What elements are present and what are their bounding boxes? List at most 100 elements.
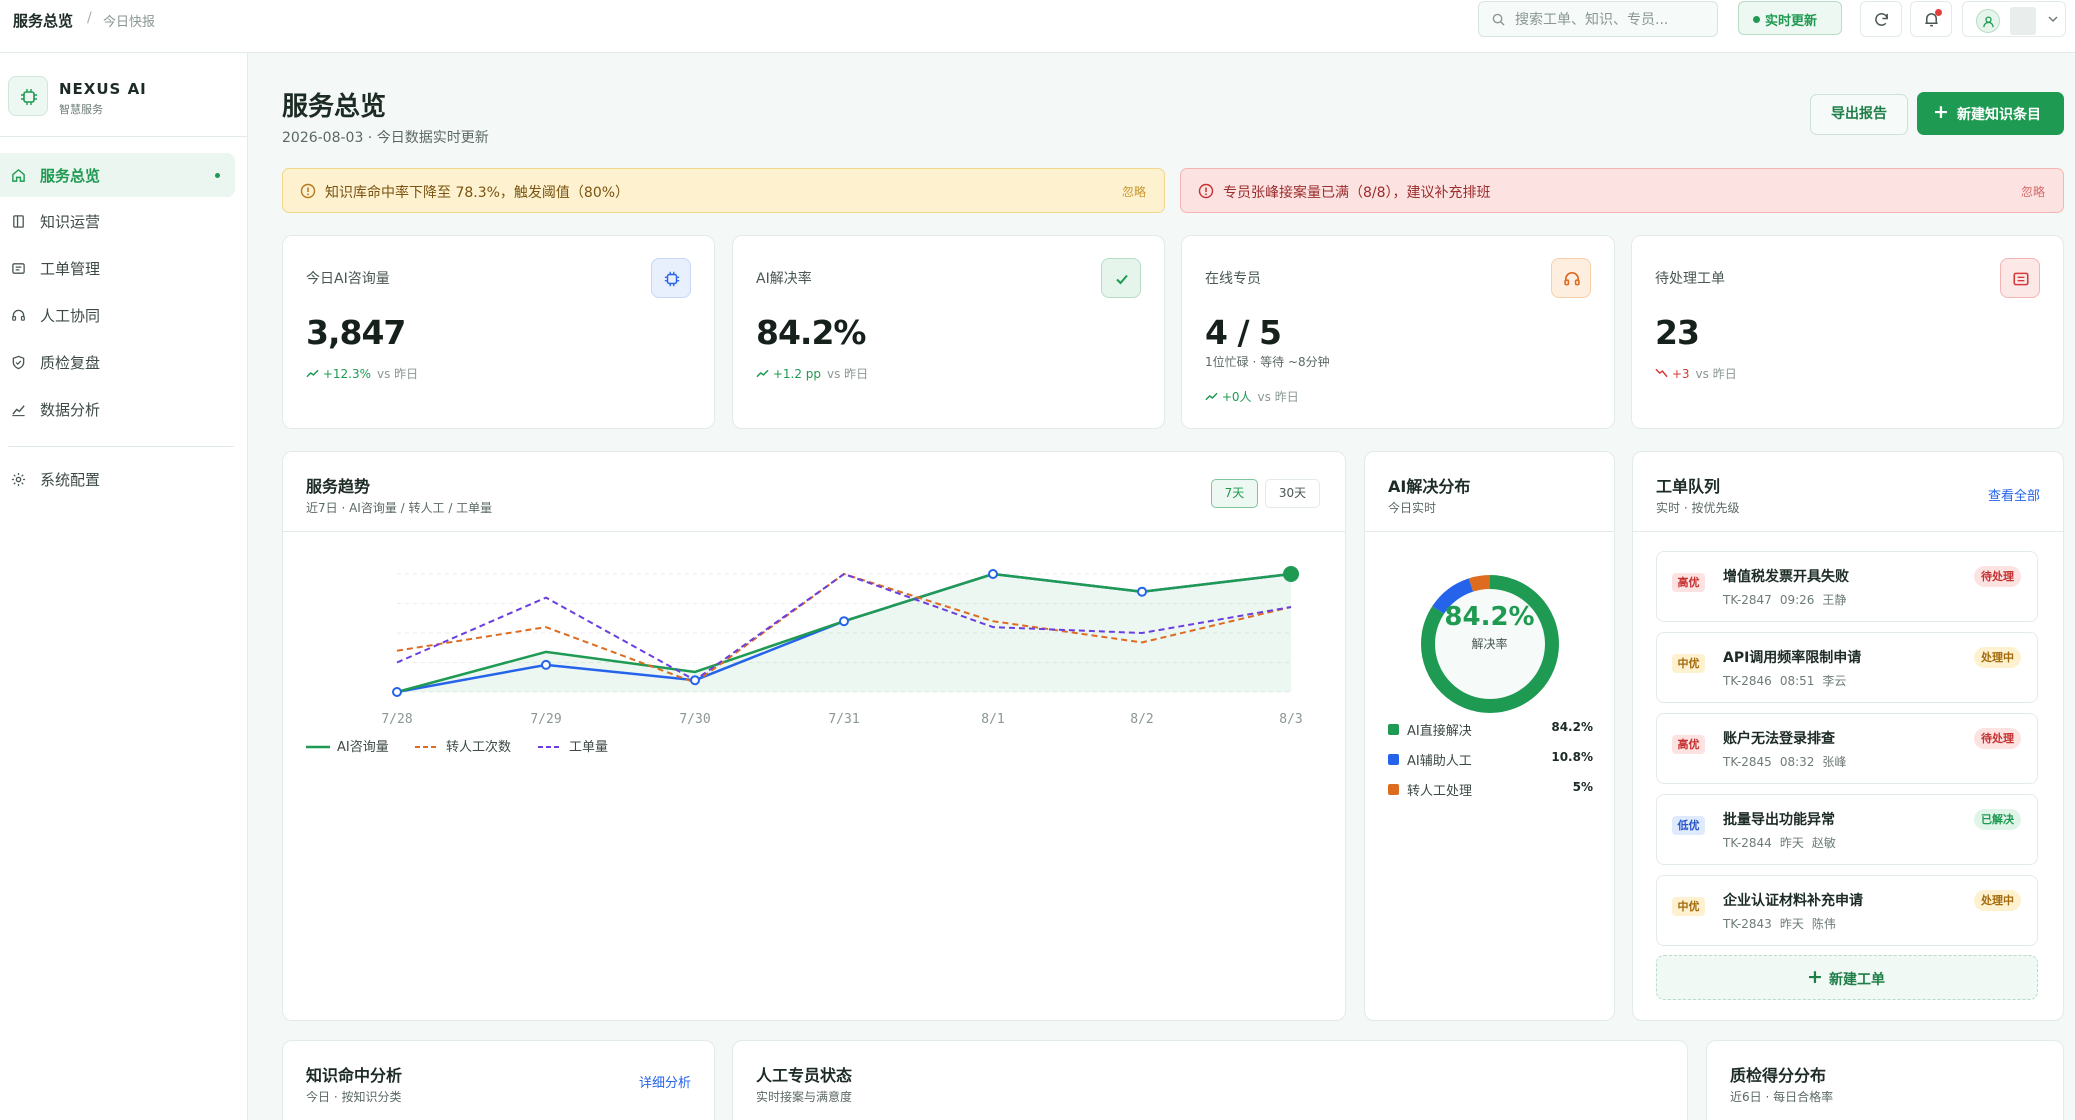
ticket-item[interactable]: 高优 增值税发票开具失败 TK-2847 09:26 王静 待处理 [1656,551,2038,622]
ticket-meta: TK-2844 昨天 赵敏 [1723,834,1844,851]
sidebar-item-quality[interactable]: 质检复盘 [0,340,235,384]
view-all-link[interactable]: 查看全部 [1988,485,2040,504]
ticket-owner: 王静 [1822,593,1847,607]
x-tick-label: 7/28 [381,712,412,727]
ticket-id: TK-2844 [1723,836,1772,850]
ticket-item[interactable]: 低优 批量导出功能异常 TK-2844 昨天 赵敏 已解决 [1656,794,2038,865]
legend-swatch-ai [306,745,330,749]
alert-circle-icon [1198,183,1214,199]
search-box[interactable] [1478,1,1718,37]
range-7d-button[interactable]: 7天 [1211,479,1258,508]
x-tick-label: 7/31 [828,712,859,727]
trend-value: +12.3% [322,367,372,381]
user-menu[interactable] [1962,1,2066,37]
card-title: 质检得分分布 [1730,1066,1827,1085]
ticket-meta: TK-2846 08:51 李云 [1723,672,1854,689]
stat-card-online-agents[interactable]: 在线专员 4 / 5 1位忙碌 · 等待 ~8分钟 +0人 vs 昨日 [1181,235,1615,429]
user-icon [1983,16,1994,28]
legend-label: 转人工次数 [446,740,512,755]
service-trend-card: 服务趋势 近7日 · AI咨询量 / 转人工 / 工单量 7天 30天 7/28… [282,451,1346,1021]
stat-card-ai-inquiries[interactable]: 今日AI咨询量 3,847 +12.3% vs 昨日 [282,235,715,429]
trend-compare: vs 昨日 [1257,390,1299,404]
refresh-button[interactable] [1860,1,1902,37]
sidebar-item-overview[interactable]: 服务总览 [0,153,235,197]
book-icon [13,215,24,228]
knowledge-hit-card: 知识命中分析 今日 · 按知识分类 详细分析 [282,1040,715,1120]
sidebar-item-label: 服务总览 [40,167,101,185]
brand-name: NEXUS AI [59,80,147,98]
page-subtitle: 2026-08-03 · 今日数据实时更新 [282,130,489,146]
sidebar-item-label: 系统配置 [40,471,101,489]
card-subtitle: 近6日 · 每日合格率 [1730,1090,1834,1104]
distribution-item: 转人工处理 5% [1388,780,1593,799]
avatar [1976,9,2000,33]
data-point [392,687,402,697]
ticket-queue-card: 工单队列 实时 · 按优先级 查看全部 高优 增值税发票开具失败 TK-2847… [1632,451,2064,1021]
list-icon [2013,272,2029,286]
trend-up-icon [1205,392,1218,401]
home-icon [12,168,25,182]
data-point [839,616,849,627]
range-30d-button[interactable]: 30天 [1265,479,1320,508]
dismiss-button[interactable]: 忽略 [2021,183,2045,200]
distribution-percent: 10.8% [1551,750,1593,764]
breadcrumb-current[interactable]: 服务总览 [13,10,73,31]
card-subtitle: 今日实时 [1388,501,1437,515]
ai-distribution-card: AI解决分布 今日实时 84.2% 解决率 AI直接解决 84.2% AI辅助人… [1364,451,1615,1021]
sidebar-item-tickets[interactable]: 工单管理 [0,246,235,290]
ticket-item[interactable]: 中优 企业认证材料补充申请 TK-2843 昨天 陈伟 处理中 [1656,875,2038,946]
quality-score-card: 质检得分分布 近6日 · 每日合格率 [1706,1040,2064,1120]
ticket-time: 昨天 [1779,917,1804,931]
x-tick-label: 7/29 [530,712,561,727]
card-title: 人工专员状态 [756,1066,853,1085]
notification-button[interactable] [1910,1,1952,37]
sidebar-item-settings[interactable]: 系统配置 [0,457,235,501]
trend-value: +3 [1671,367,1690,381]
ticket-id: TK-2845 [1723,755,1772,769]
legend-swatch-tickets [538,746,562,748]
sidebar-item-knowledge[interactable]: 知识运营 [0,199,235,243]
new-ticket-button[interactable]: + 新建工单 [1656,955,2038,1000]
ticket-item[interactable]: 中优 API调用频率限制申请 TK-2846 08:51 李云 处理中 [1656,632,2038,703]
stat-value: 84.2% [756,313,866,352]
stat-extra: 1位忙碌 · 等待 ~8分钟 [1205,355,1330,369]
priority-badge: 低优 [1672,816,1705,835]
trend-value: +0人 [1221,390,1252,404]
sidebar-item-analytics[interactable]: 数据分析 [0,387,235,431]
error-alert: 专员张峰接案量已满（8/8），建议补充排班 忽略 [1180,168,2064,213]
new-knowledge-button[interactable]: + 新建知识条目 [1917,92,2064,135]
x-tick-label: 7/30 [679,712,710,727]
detail-analysis-link[interactable]: 详细分析 [639,1072,691,1091]
stat-label: AI解决率 [756,271,812,287]
ticket-id: TK-2846 [1723,674,1772,688]
ticket-owner: 赵敏 [1811,836,1836,850]
stat-card-pending-tickets[interactable]: 待处理工单 23 +3 vs 昨日 [1631,235,2064,429]
search-input[interactable] [1515,8,1711,32]
x-tick-label: 8/3 [1279,712,1302,727]
sidebar-item-label: 人工协同 [40,307,101,325]
live-update-toggle[interactable]: 实时更新 [1738,1,1842,35]
stat-label: 今日AI咨询量 [306,271,390,287]
dismiss-button[interactable]: 忽略 [1122,183,1146,200]
distribution-name: AI直接解决 [1407,724,1472,739]
stat-card-ai-resolution[interactable]: AI解决率 84.2% +1.2 pp vs 昨日 [732,235,1165,429]
stat-icon-box [1101,258,1141,298]
trend-compare: vs 昨日 [827,367,869,381]
ticket-owner: 陈伟 [1811,917,1836,931]
priority-badge: 中优 [1672,897,1705,916]
distribution-name: 转人工处理 [1407,784,1473,799]
ticket-item[interactable]: 高优 账户无法登录排查 TK-2845 08:32 张峰 待处理 [1656,713,2038,784]
ticket-id: TK-2847 [1723,593,1772,607]
data-point [988,569,998,579]
stat-trend: +3 vs 昨日 [1655,365,1737,382]
active-indicator [215,173,220,178]
legend-label: AI咨询量 [337,740,389,755]
status-badge: 待处理 [1974,728,2021,749]
series-area [397,574,1291,692]
gear-icon [11,472,26,487]
sidebar-item-collaboration[interactable]: 人工协同 [0,293,235,337]
export-report-button[interactable]: 导出报告 [1810,94,1908,135]
stat-icon-box [651,258,691,298]
alert-message: 专员张峰接案量已满（8/8），建议补充排班 [1223,185,1491,201]
brand-logo[interactable] [8,76,48,116]
